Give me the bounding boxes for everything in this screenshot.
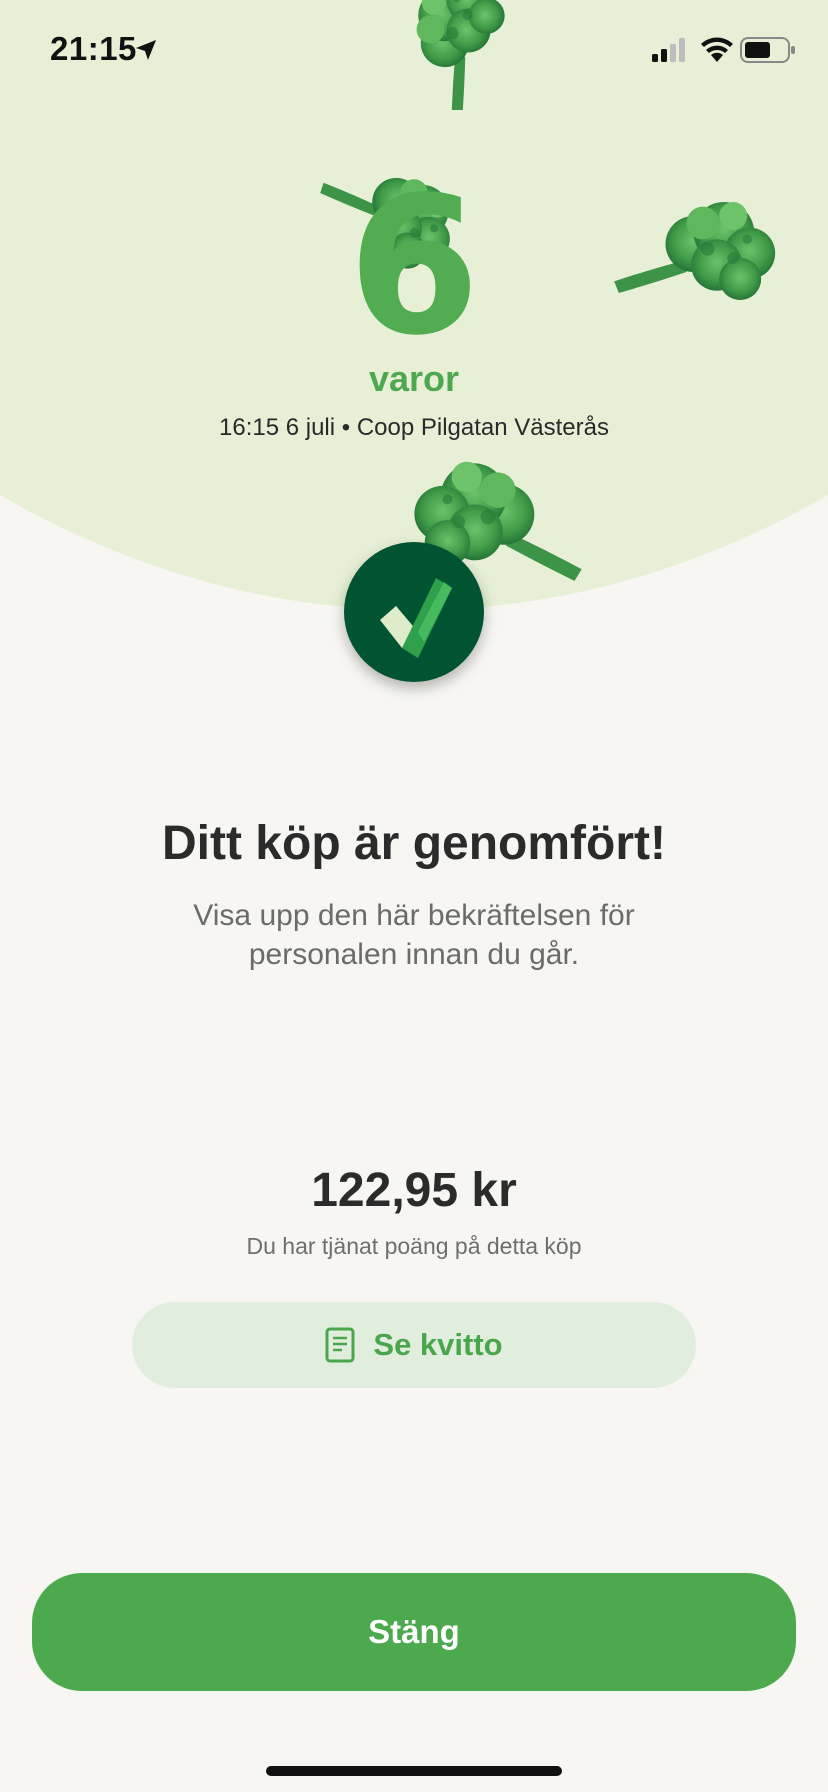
points-note: Du har tjänat poäng på detta köp bbox=[246, 1233, 582, 1259]
cellular-signal-icon bbox=[652, 38, 685, 62]
total-amount: 122,95 kr bbox=[311, 1164, 517, 1217]
confirmation-title: Ditt köp är genomfört! bbox=[162, 817, 666, 870]
confirmation-subtitle: Visa upp den här bekräftelsen för person… bbox=[193, 899, 635, 971]
purchase-meta: 16:15 6 juli • Coop Pilgatan Västerås bbox=[219, 414, 609, 441]
item-count-label: varor bbox=[368, 358, 460, 399]
battery-icon bbox=[740, 37, 795, 63]
close-button[interactable]: Stäng bbox=[32, 1573, 796, 1691]
location-arrow-icon bbox=[136, 40, 156, 60]
success-badge bbox=[344, 542, 484, 682]
close-button-label: Stäng bbox=[368, 1613, 460, 1650]
status-time: 21:15 bbox=[50, 30, 137, 67]
receipt-icon bbox=[325, 1327, 355, 1363]
status-bar: 21:15 bbox=[0, 0, 828, 100]
item-count: 6 bbox=[347, 156, 481, 377]
home-indicator[interactable] bbox=[266, 1766, 562, 1776]
view-receipt-button[interactable]: Se kvitto bbox=[132, 1302, 696, 1388]
wifi-icon bbox=[701, 37, 733, 62]
view-receipt-label: Se kvitto bbox=[373, 1327, 503, 1362]
checkmark-icon bbox=[380, 578, 452, 658]
